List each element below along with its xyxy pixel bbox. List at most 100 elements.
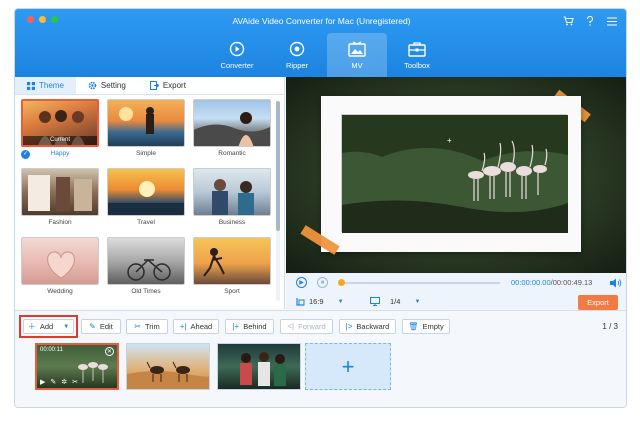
- theme-thumbnail: Current: [21, 99, 99, 147]
- theme-label: Fashion: [48, 219, 72, 226]
- theme-label: Old Times: [131, 288, 161, 295]
- theme-label: Happy: [50, 150, 70, 157]
- plus-icon: ＋: [27, 322, 36, 331]
- theme-thumbnail: [193, 99, 271, 147]
- play-button[interactable]: ▶: [296, 277, 307, 288]
- behind-label: Behind: [243, 322, 267, 331]
- forward-button[interactable]: <| Forward: [280, 319, 333, 334]
- add-clip-button[interactable]: +: [305, 343, 391, 390]
- timeline-clip[interactable]: 00:00:11 ✕ ▶ ✎ ✲ ✂: [35, 343, 119, 390]
- tab-theme-label: Theme: [39, 81, 64, 90]
- tab-theme[interactable]: Theme: [15, 77, 76, 94]
- edit-icon[interactable]: ✎: [50, 378, 56, 386]
- progress-track[interactable]: [338, 282, 500, 284]
- app-title: AVAide Video Converter for Mac (Unregist…: [232, 16, 411, 26]
- tab-setting[interactable]: Setting: [76, 77, 138, 94]
- behind-icon: |+: [232, 322, 240, 331]
- theme-fashion[interactable]: Fashion: [21, 168, 99, 237]
- play-icon[interactable]: ▶: [40, 378, 45, 386]
- effects-icon[interactable]: ✲: [61, 378, 67, 386]
- page-indicator: 1 / 3: [602, 322, 618, 331]
- nav-toolbox-label: Toolbox: [404, 60, 430, 70]
- theme-grid: Current ✓ Happy Simple Romantic Fashion …: [21, 99, 273, 306]
- current-caption: Current: [23, 136, 97, 145]
- add-label: Add: [39, 322, 54, 331]
- theme-simple[interactable]: Simple: [107, 99, 185, 168]
- edit-label: Edit: [99, 322, 113, 331]
- volume-icon[interactable]: [610, 278, 622, 290]
- nav-converter-label: Converter: [220, 60, 254, 70]
- monitor-icon: [370, 297, 380, 306]
- chevron-down-icon: ▼: [337, 298, 344, 305]
- trim-button[interactable]: ✂ Trim: [126, 319, 168, 334]
- theme-old-times[interactable]: Old Times: [107, 237, 185, 306]
- forward-icon: <|: [287, 322, 295, 331]
- close-icon[interactable]: ✕: [105, 347, 114, 356]
- plus-marker-icon: +: [447, 136, 452, 145]
- theme-happy[interactable]: Current ✓ Happy: [21, 99, 99, 168]
- nav-ripper[interactable]: Ripper: [267, 33, 327, 77]
- clip-timeline: 00:00:11 ✕ ▶ ✎ ✲ ✂ +: [15, 340, 626, 407]
- theme-thumbnail: [107, 168, 185, 216]
- timeline-clip[interactable]: [217, 343, 301, 390]
- top-bar: AVAide Video Converter for Mac (Unregist…: [15, 9, 626, 77]
- theme-panel: Theme Setting Export Current ✓ Happy Sim…: [15, 77, 285, 309]
- menu-icon[interactable]: [606, 15, 618, 27]
- app-window: AVAide Video Converter for Mac (Unregist…: [14, 8, 627, 408]
- backward-label: Backward: [356, 322, 390, 331]
- ripper-icon: [289, 41, 305, 56]
- tab-export-label: Export: [162, 81, 186, 90]
- theme-thumbnail: [107, 237, 185, 285]
- empty-button[interactable]: 🗑 Empty: [402, 319, 450, 334]
- theme-romantic[interactable]: Romantic: [193, 99, 271, 168]
- forward-label: Forward: [298, 322, 326, 331]
- main-nav: Converter Ripper MV Toolbox: [207, 33, 447, 77]
- theme-label: Romantic: [218, 150, 246, 157]
- tab-export[interactable]: Export: [138, 77, 198, 94]
- top-icons: [562, 15, 618, 27]
- export-icon: [149, 81, 159, 90]
- split-value: 1/4: [390, 297, 401, 306]
- theme-thumbnail: [193, 237, 271, 285]
- progress-handle[interactable]: [338, 279, 345, 286]
- stop-button[interactable]: ■: [317, 277, 328, 288]
- theme-business[interactable]: Business: [193, 168, 271, 237]
- theme-scrollbar-thumb[interactable]: [276, 101, 280, 231]
- behind-button[interactable]: |+ Behind: [225, 319, 274, 334]
- theme-label: Sport: [224, 288, 240, 295]
- aspect-ratio-value: 16:9: [309, 297, 324, 306]
- total-time: /00:00:49.13: [550, 278, 593, 287]
- ahead-button[interactable]: +| Ahead: [173, 319, 219, 334]
- current-time: 00:00:00.00: [511, 278, 551, 287]
- toolbox-icon: [408, 41, 426, 57]
- scissors-icon: ✂: [134, 322, 141, 331]
- chevron-down-icon[interactable]: ▼: [63, 324, 69, 330]
- theme-wedding[interactable]: Wedding: [21, 237, 99, 306]
- clip-tools: ▶ ✎ ✲ ✂: [40, 378, 78, 386]
- add-button[interactable]: ＋ Add ▼: [23, 319, 74, 334]
- backward-button[interactable]: |> Backward: [339, 319, 396, 334]
- cart-icon[interactable]: [562, 15, 574, 27]
- theme-thumbnail: [21, 237, 99, 285]
- help-icon[interactable]: [584, 15, 596, 27]
- panel-tabs: Theme Setting Export: [15, 77, 284, 95]
- plus-icon: +: [341, 353, 355, 379]
- theme-sport[interactable]: Sport: [193, 237, 271, 306]
- tab-setting-label: Setting: [100, 81, 126, 90]
- converter-icon: [229, 41, 245, 56]
- theme-travel[interactable]: Travel: [107, 168, 185, 237]
- ahead-icon: +|: [179, 322, 187, 331]
- export-button[interactable]: Export: [578, 295, 618, 310]
- empty-label: Empty: [422, 322, 444, 331]
- grid-icon: [27, 81, 35, 90]
- timeline-clip[interactable]: [126, 343, 210, 390]
- scissors-icon[interactable]: ✂: [72, 378, 78, 386]
- edit-button[interactable]: ✎ Edit: [81, 319, 121, 334]
- ahead-label: Ahead: [190, 322, 213, 331]
- nav-toolbox[interactable]: Toolbox: [387, 33, 447, 77]
- nav-mv[interactable]: MV: [327, 33, 387, 77]
- aspect-ratio-select[interactable]: 16:9 ▼: [296, 297, 344, 306]
- nav-converter[interactable]: Converter: [207, 33, 267, 77]
- aspect-icon: [296, 298, 305, 306]
- split-select[interactable]: 1/4 ▼: [370, 297, 420, 306]
